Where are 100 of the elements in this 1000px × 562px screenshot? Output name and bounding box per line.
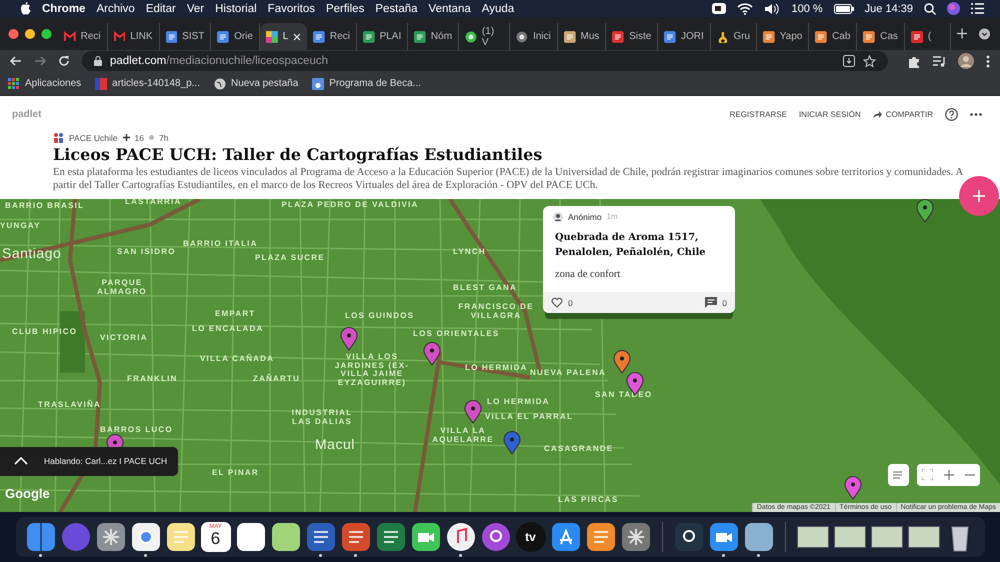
plus-icon xyxy=(122,134,130,141)
running-indicator xyxy=(319,554,322,557)
help-icon[interactable] xyxy=(945,108,958,120)
wifi-icon[interactable] xyxy=(737,2,754,14)
grid-icon xyxy=(8,78,20,90)
gear-icon[interactable] xyxy=(620,522,650,552)
window-thumbnail[interactable] xyxy=(834,526,866,548)
map-label: LO HERMIDA xyxy=(465,364,528,373)
map-pin-icon[interactable] xyxy=(340,326,358,351)
star-icon[interactable] xyxy=(863,54,876,68)
menu-item[interactable]: Ver xyxy=(186,2,204,14)
globe-icon xyxy=(214,78,226,90)
puzzle-icon[interactable] xyxy=(908,54,921,68)
map-label: FRANCISCO DE VILLAGRA xyxy=(457,302,535,320)
menu-item[interactable]: Archivo xyxy=(96,2,135,14)
map-logo[interactable]: Google xyxy=(5,486,50,501)
bookmark[interactable]: articles-140148_p... xyxy=(95,78,200,90)
document-icon[interactable] xyxy=(306,522,336,552)
forward-icon[interactable] xyxy=(34,55,46,67)
legend-button[interactable] xyxy=(888,464,909,486)
chat-icon xyxy=(465,30,477,42)
header-link[interactable]: COMPARTIR xyxy=(872,110,933,118)
heart-icon[interactable] xyxy=(551,297,563,308)
header-link[interactable]: INICIAR SESIÓN xyxy=(798,110,861,118)
running-indicator xyxy=(459,554,462,557)
volume-icon[interactable] xyxy=(764,2,780,14)
map-label: Santiago xyxy=(2,246,62,262)
map-pin-icon[interactable] xyxy=(503,430,521,455)
close-icon[interactable] xyxy=(293,32,302,40)
presentation-icon[interactable] xyxy=(340,522,370,552)
map-label: NUEVA PALENA xyxy=(530,368,606,378)
tab-search-icon[interactable] xyxy=(979,28,990,40)
map-label: VILLA LOS JARDINES (EX-VILLA JAIME EYZAGUIRRE) xyxy=(334,352,410,388)
avatar-icon[interactable] xyxy=(958,53,974,69)
header-link[interactable]: REGISTRARSE xyxy=(730,110,787,118)
orb-icon[interactable] xyxy=(947,2,960,15)
menu-item[interactable]: Perfiles xyxy=(326,2,364,14)
map-label: LO HERMIDA xyxy=(487,398,550,407)
browser-icon[interactable] xyxy=(130,522,160,552)
new-tab-icon[interactable] xyxy=(956,28,967,39)
running-indicator xyxy=(757,554,760,557)
app-name[interactable]: Chrome xyxy=(42,2,86,14)
grid-icon xyxy=(266,30,278,42)
search-icon[interactable] xyxy=(924,2,936,14)
post-card[interactable]: Anónimo 1m Quebrada de Aroma 1517, Penalolen, Peñalolén, Chile zona de confort 0 0 xyxy=(543,206,735,314)
app-store-icon[interactable] xyxy=(550,522,580,552)
install-icon[interactable] xyxy=(843,55,855,67)
camera-icon[interactable] xyxy=(708,522,738,552)
chevron-up-icon[interactable] xyxy=(14,457,28,466)
mail-icon xyxy=(64,30,76,42)
menu-item[interactable]: Editar xyxy=(146,2,176,14)
menu-item[interactable]: Ayuda xyxy=(482,2,514,14)
bookmark[interactable]: Nueva pestaña xyxy=(214,78,298,90)
map-label: PARQUE ALMAGRO xyxy=(96,278,148,296)
document-icon xyxy=(217,30,230,42)
apple-icon[interactable] xyxy=(20,2,31,15)
tv-icon[interactable]: tv xyxy=(516,522,546,552)
address-bar[interactable]: padlet.com/mediacionuchile/liceospaceuch xyxy=(82,51,888,71)
window-thumbnail[interactable] xyxy=(870,526,902,548)
menu-item[interactable]: Favoritos xyxy=(268,2,315,14)
map-label: CASAGRANDE xyxy=(544,444,614,454)
bookmark[interactable]: Programa de Beca... xyxy=(312,78,421,90)
menu-item[interactable]: Pestaña xyxy=(375,2,418,14)
orb-icon[interactable] xyxy=(60,522,90,552)
map-background[interactable] xyxy=(0,198,1000,512)
back-icon[interactable] xyxy=(10,55,22,67)
padlet-description: En esta plataforma les estudiantes de liceos vinculados al Programa de Acceso a la Educación Superior (PACE) de la Universidad de Chile, podrán registrar imaginarios comunes sobre territorios y comunidades. A partir del Taller Cartografías Estudiantiles, en el marco de los Recreos Virtuales del área de Exploración - OPV del PACE UCh. xyxy=(53,166,964,193)
map-label: FRANKLIN xyxy=(127,374,178,384)
podcast-icon[interactable] xyxy=(480,522,510,552)
playlist-icon[interactable] xyxy=(933,56,946,66)
map-pin-icon[interactable] xyxy=(613,350,631,374)
video-call-icon[interactable] xyxy=(410,522,440,552)
running-indicator xyxy=(144,554,147,557)
book-icon[interactable] xyxy=(586,522,616,552)
plus-icon xyxy=(973,190,985,202)
add-post-button[interactable] xyxy=(959,176,999,216)
clock[interactable]: Jue 14:39 xyxy=(864,2,913,14)
menu-item[interactable]: Ventana xyxy=(428,2,471,14)
bookmark[interactable]: Aplicaciones xyxy=(8,78,82,90)
running-indicator xyxy=(39,554,42,557)
window-thumbnail[interactable] xyxy=(908,526,940,548)
document-icon xyxy=(664,30,676,42)
notepad-icon[interactable] xyxy=(166,522,196,552)
map-pin-icon[interactable] xyxy=(916,198,934,223)
music-icon[interactable] xyxy=(446,522,476,552)
window-controls-icon[interactable] xyxy=(8,28,52,40)
camera-icon[interactable] xyxy=(712,3,726,14)
comment-icon[interactable] xyxy=(705,297,718,308)
speaker-toast[interactable]: Hablando: Carl...ez I PACE UCH xyxy=(0,446,178,476)
post-body: zona de confort xyxy=(554,268,622,282)
browser-tab[interactable]: L xyxy=(260,23,308,50)
more-icon[interactable] xyxy=(970,112,982,116)
author-name[interactable]: PACE Uchile xyxy=(69,132,118,142)
battery-icon[interactable] xyxy=(834,4,854,14)
reload-icon[interactable] xyxy=(58,55,70,67)
document-icon xyxy=(166,30,178,42)
window-thumbnail[interactable] xyxy=(796,526,828,548)
spreadsheet-icon[interactable] xyxy=(376,522,406,552)
menu-item[interactable]: Historial xyxy=(215,2,257,14)
more-icon[interactable] xyxy=(986,54,990,68)
